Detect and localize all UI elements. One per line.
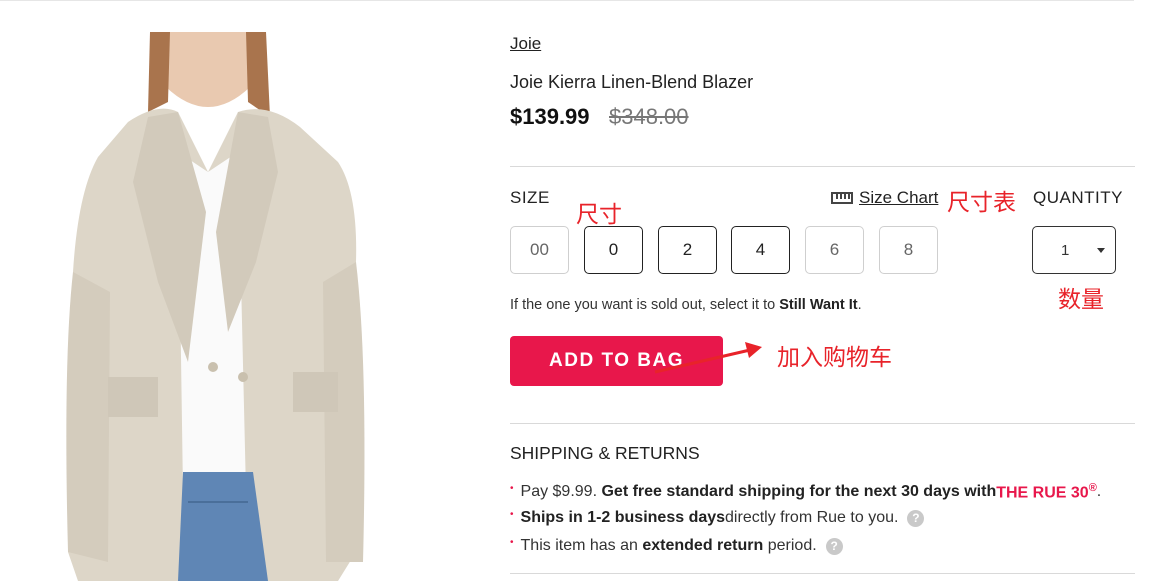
original-price: $348.00 — [609, 104, 689, 129]
bullet-text: period. — [767, 537, 817, 554]
shipping-bullet-1: • Pay $9.99. Get free standard shipping … — [510, 482, 1102, 502]
size-option-00[interactable]: 00 — [510, 226, 569, 274]
annotation-add-to-cart: 加入购物车 — [777, 345, 892, 371]
shipping-returns-title: SHIPPING & RETURNS — [510, 443, 700, 463]
annotation-size-chart: 尺寸表 — [947, 190, 1016, 216]
top-divider — [0, 0, 1134, 1]
bullet-text: This item has an — [520, 537, 638, 554]
size-chart-link[interactable]: Size Chart — [831, 188, 938, 208]
product-title: Joie Kierra Linen-Blend Blazer — [510, 72, 754, 92]
annotation-quantity: 数量 — [1058, 287, 1104, 313]
shipping-bullet-3: • This item has an extended return perio… — [510, 537, 843, 555]
size-option-8[interactable]: 8 — [879, 226, 938, 274]
rue-30-label: THE RUE 30 — [996, 484, 1089, 502]
quantity-select[interactable]: 1 — [1032, 226, 1116, 274]
size-option-4[interactable]: 4 — [731, 226, 790, 274]
size-option-2[interactable]: 2 — [658, 226, 717, 274]
helper-prefix: If the one you want is sold out, select … — [510, 297, 780, 313]
divider — [510, 573, 1135, 574]
ruler-icon — [831, 192, 853, 204]
size-option-0[interactable]: 0 — [584, 226, 643, 274]
sale-price: $139.99 — [510, 104, 590, 129]
bullet-end: . — [1096, 483, 1102, 501]
divider — [510, 423, 1135, 424]
bullet-text: Pay $9.99. — [520, 483, 598, 501]
size-label: SIZE — [510, 188, 550, 207]
registered-mark: ® — [1088, 482, 1097, 494]
bullet-bold: Ships in 1-2 business days — [520, 509, 726, 526]
product-image[interactable] — [38, 32, 398, 581]
help-icon[interactable]: ? — [907, 509, 925, 527]
brand-link[interactable]: Joie — [510, 34, 541, 54]
quantity-label: QUANTITY — [1033, 188, 1123, 207]
help-icon[interactable]: ? — [825, 537, 843, 555]
arrow-icon — [654, 342, 762, 374]
rue-30-link[interactable]: THE RUE 30® — [996, 482, 1097, 502]
bullet-bold: extended return — [642, 537, 764, 554]
quantity-value: 1 — [1061, 241, 1070, 259]
annotation-size: 尺寸 — [576, 202, 622, 228]
divider — [510, 166, 1135, 167]
caret-down-icon — [1097, 248, 1105, 253]
size-chart-label: Size Chart — [859, 188, 939, 207]
bullet-bold: Get free standard shipping for the next … — [601, 483, 997, 501]
still-want-it-helper: If the one you want is sold out, select … — [510, 297, 862, 313]
bullet-text: directly from Rue to you. — [725, 509, 899, 526]
helper-suffix: . — [857, 297, 862, 313]
still-want-it-link[interactable]: Still Want It — [779, 297, 857, 313]
size-option-6[interactable]: 6 — [805, 226, 864, 274]
shipping-bullet-2: • Ships in 1-2 business days directly fr… — [510, 509, 925, 527]
